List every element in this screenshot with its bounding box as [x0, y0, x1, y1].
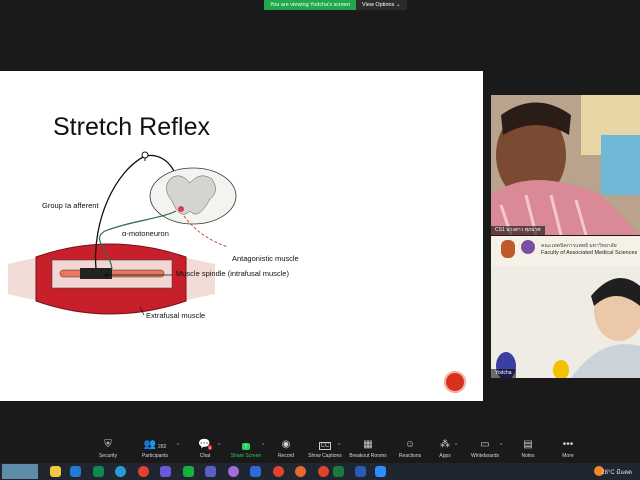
more-icon: •••	[562, 439, 574, 450]
messenger-icon[interactable]	[228, 466, 239, 477]
participant-1-name: CS1 นางสาว ศุภมาศ	[491, 226, 545, 235]
faculty-name-en: Faculty of Associated Medical Sciences	[541, 250, 638, 256]
os-taskbar: 28°C มีแดด	[0, 463, 640, 480]
view-options-label: View Options	[362, 2, 395, 8]
weather-readout[interactable]: 28°C มีแดด	[601, 467, 632, 477]
security-label: Security	[98, 453, 118, 459]
breakout-icon: ▦	[363, 439, 373, 450]
view-options-button[interactable]: View Options ⌄	[356, 0, 407, 10]
share-screen-label: Share Screen	[230, 453, 262, 459]
file-explorer-icon[interactable]	[50, 466, 61, 477]
label-group-ia-afferent: Group Ia afferent	[42, 201, 99, 210]
ganglion-cell	[141, 151, 149, 159]
teams-icon[interactable]	[205, 466, 216, 477]
shield-icon: ⛨	[104, 439, 112, 450]
word-icon[interactable]	[355, 466, 366, 477]
participants-label: Participants	[141, 453, 169, 459]
stretch-reflex-diagram	[8, 151, 237, 316]
participant-1-picture	[491, 95, 640, 235]
viewing-message: You are viewing Yodcha's screen	[264, 0, 357, 10]
app-green-icon[interactable]	[93, 466, 104, 477]
motoneuron-cell	[178, 206, 184, 212]
faculty-banner: คณะเทคนิคการแพทย์ มหาวิทยาลัย Faculty of…	[491, 236, 640, 266]
faculty-logo-icon	[501, 240, 515, 258]
apps-label: Apps	[439, 453, 451, 459]
record-button[interactable]: ◉ Record	[266, 436, 306, 459]
weather-desc: มีแดด	[616, 470, 632, 476]
label-muscle-spindle: Muscle spindle (intrafusal muscle)	[176, 269, 289, 278]
apps-button[interactable]: ⁂ Apps	[425, 436, 465, 459]
participant-2-picture	[491, 266, 640, 378]
app-purple-icon[interactable]	[160, 466, 171, 477]
meeting-toolbar: ⛨ Security 👥 282 Participants ^ 💬 6 Chat ^…	[0, 436, 640, 463]
tendon-left	[8, 257, 40, 301]
university-seal-icon	[521, 240, 535, 254]
viewing-banner: You are viewing Yodcha's screen View Opt…	[264, 0, 414, 10]
reactions-label: Reactions	[398, 453, 422, 459]
security-button[interactable]: ⛨ Security	[88, 436, 128, 459]
label-antagonistic-muscle: Antagonistic muscle	[232, 254, 299, 263]
weather-temp: 28°C	[601, 470, 615, 476]
tendon-right	[183, 257, 215, 301]
apps-caret-icon[interactable]: ^	[455, 443, 457, 449]
edge-icon[interactable]	[115, 466, 126, 477]
chrome-icon-3[interactable]	[295, 466, 306, 477]
apps-icon: ⁂	[440, 439, 450, 450]
chrome-icon-4[interactable]	[318, 466, 329, 477]
whiteboards-label: Whiteboards	[470, 453, 500, 459]
chrome-icon-2[interactable]	[273, 466, 284, 477]
whiteboards-button[interactable]: ▭ Whiteboards	[465, 436, 505, 459]
chevron-down-icon: ⌄	[395, 2, 401, 8]
notes-button[interactable]: ▤ Notes	[508, 436, 548, 459]
record-label: Record	[277, 453, 295, 459]
share-caret-icon[interactable]: ^	[262, 443, 264, 449]
captions-label: Show Captions	[308, 453, 342, 459]
chat-badge: 6	[207, 445, 212, 450]
participants-count: 282	[158, 444, 167, 450]
captions-caret-icon[interactable]: ^	[338, 443, 340, 449]
label-alpha-motoneuron: α-motoneuron	[122, 229, 169, 238]
notes-label: Notes	[521, 453, 535, 459]
participant-video-2[interactable]: คณะเทคนิคการแพทย์ มหาวิทยาลัย Faculty of…	[491, 236, 640, 378]
line-icon[interactable]	[183, 466, 194, 477]
participants-button[interactable]: 👥 282 Participants	[135, 436, 175, 459]
label-extrafusal-muscle: Extrafusal muscle	[146, 311, 206, 320]
mail-icon[interactable]	[70, 466, 81, 477]
participant-2-name: Yodcha	[491, 369, 516, 378]
slide-record-indicator-icon	[444, 371, 466, 393]
participants-icon: 👥 282	[143, 439, 167, 450]
whiteboard-icon: ▭	[480, 439, 490, 450]
participants-caret-icon[interactable]: ^	[177, 443, 179, 449]
whiteboards-caret-icon[interactable]: ^	[500, 443, 502, 449]
reactions-icon: ☺	[404, 439, 416, 450]
faculty-name-th: คณะเทคนิคการแพทย์ มหาวิทยาลัย	[541, 243, 617, 249]
widget-thumbnail-icon[interactable]	[2, 464, 38, 479]
shared-slide: Stretch Reflex Group Ia afferent α-moton…	[0, 71, 483, 401]
share-screen-button[interactable]: ↑ Share Screen	[226, 436, 266, 459]
breakout-label: Breakout Rooms	[349, 453, 387, 459]
breakout-rooms-button[interactable]: ▦ Breakout Rooms	[348, 436, 388, 459]
app-blue-icon[interactable]	[250, 466, 261, 477]
chat-caret-icon[interactable]: ^	[218, 443, 220, 449]
chat-label: Chat	[199, 453, 211, 459]
more-button[interactable]: ••• More	[548, 436, 588, 459]
notes-icon: ▤	[523, 439, 533, 450]
record-icon: ◉	[281, 439, 291, 450]
zoom-icon[interactable]	[375, 466, 386, 477]
excel-icon[interactable]	[333, 466, 344, 477]
reactions-button[interactable]: ☺ Reactions	[390, 436, 430, 459]
share-screen-icon: ↑	[242, 443, 250, 450]
chrome-icon[interactable]	[138, 466, 149, 477]
more-label: More	[562, 453, 574, 459]
participant-video-1[interactable]: CS1 นางสาว ศุภมาศ	[491, 95, 640, 235]
